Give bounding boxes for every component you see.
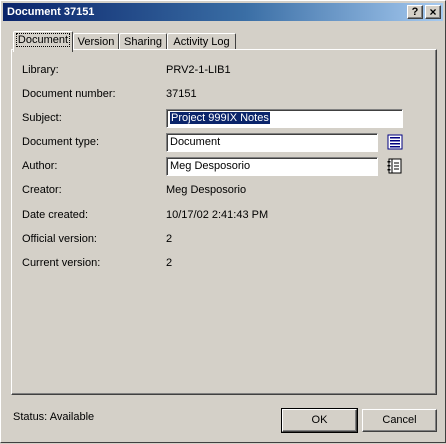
official-version-value: 2 [166,233,173,245]
list-lookup-icon[interactable] [386,133,404,151]
dialog-window: Document 37151 ? × Document Version Shar… [0,0,446,443]
document-type-input[interactable]: Document [166,133,378,152]
subject-value: Project 999IX Notes [170,112,270,124]
document-type-label: Document type: [22,136,100,148]
author-label: Author: [22,160,58,172]
date-created-value: 10/17/02 2:41:43 PM [166,209,269,221]
official-version-label: Official version: [22,233,97,245]
date-created-label: Date created: [22,209,89,221]
library-value: PRV2-1-LIB1 [166,64,231,76]
address-book-icon[interactable] [386,157,404,175]
author-input[interactable]: Meg Desposorio [166,157,378,176]
document-type-value: Document [170,136,221,148]
creator-value: Meg Desposorio [166,184,247,196]
properties-form: Library: PRV2-1-LIB1 Document number: 37… [1,1,446,444]
current-version-label: Current version: [22,257,101,269]
document-number-value: 37151 [166,88,197,100]
document-number-label: Document number: [22,88,116,100]
subject-label: Subject: [22,112,62,124]
author-value: Meg Desposorio [170,160,251,172]
creator-label: Creator: [22,184,62,196]
current-version-value: 2 [166,257,173,269]
subject-input[interactable]: Project 999IX Notes [166,109,403,128]
library-label: Library: [22,64,59,76]
